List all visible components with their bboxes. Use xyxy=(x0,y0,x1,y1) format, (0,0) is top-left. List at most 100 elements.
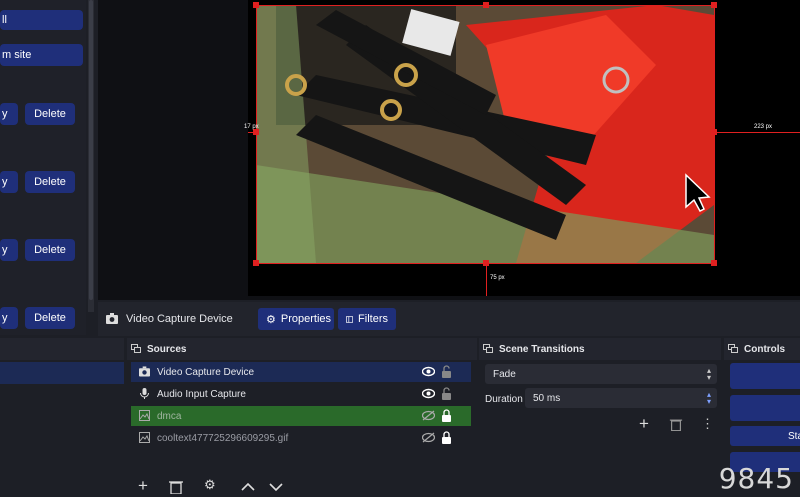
delete-button-label: Delete xyxy=(34,312,66,324)
trash-icon[interactable] xyxy=(669,418,683,431)
delete-button[interactable]: Delete xyxy=(25,171,75,193)
scene-transitions-dock: Scene Transitions Fade ▴ ▾ Duration 50 ms… xyxy=(479,338,721,497)
selected-source-name: Video Capture Device xyxy=(126,313,233,325)
scrollbar-thumb[interactable] xyxy=(89,0,93,300)
transitions-title: Scene Transitions xyxy=(499,343,585,355)
modify-button[interactable]: y xyxy=(0,171,18,193)
distance-label-left: 17 px xyxy=(244,124,259,130)
microphone-icon xyxy=(140,388,149,399)
eye-hidden-icon[interactable] xyxy=(422,432,435,443)
delete-button-label: Delete xyxy=(34,108,66,120)
add-transition-icon[interactable]: + xyxy=(639,414,649,434)
camera-icon xyxy=(106,313,118,324)
transition-select[interactable]: Fade ▴ ▾ xyxy=(485,364,717,384)
duration-value: 50 ms xyxy=(533,392,561,404)
modify-button-label: y xyxy=(2,312,8,324)
filters-button-label: Filters xyxy=(358,313,388,325)
eye-icon[interactable] xyxy=(422,388,435,399)
add-source-icon[interactable]: + xyxy=(138,476,154,495)
stepper-arrows-icon[interactable]: ▴ ▾ xyxy=(707,391,711,406)
scenes-dock-header xyxy=(0,338,124,360)
scrollbar[interactable] xyxy=(88,0,94,312)
source-name: dmca xyxy=(157,410,182,422)
dock-float-icon[interactable] xyxy=(131,344,141,353)
eye-icon[interactable] xyxy=(422,366,435,377)
control-button-label: Sta xyxy=(788,430,800,442)
sources-dock: Sources Video Capture Device Audio Input… xyxy=(127,338,477,497)
list-item[interactable]: ll xyxy=(0,10,83,30)
resize-handle[interactable] xyxy=(711,260,717,266)
move-down-icon[interactable] xyxy=(268,480,284,494)
delete-button[interactable]: Delete xyxy=(25,307,75,329)
distance-label-right: 223 px xyxy=(754,124,773,130)
modify-button[interactable]: y xyxy=(0,239,18,261)
image-icon xyxy=(139,432,150,443)
list-item-label: m site xyxy=(2,49,32,61)
trash-icon[interactable] xyxy=(168,480,184,494)
start-streaming-button[interactable] xyxy=(730,363,800,389)
source-name: Video Capture Device xyxy=(157,366,255,378)
start-virtual-camera-button[interactable]: Sta xyxy=(730,426,800,446)
left-panel: ll m site y Delete y Delete y Delete y D… xyxy=(0,0,86,335)
guide-bottom xyxy=(486,263,487,296)
unlock-icon[interactable] xyxy=(442,387,451,400)
list-item-label: ll xyxy=(2,14,7,26)
camera-icon xyxy=(139,366,150,377)
resize-handle[interactable] xyxy=(483,2,489,8)
source-name: cooltext477725296609295.gif xyxy=(157,432,289,444)
dock-float-icon[interactable] xyxy=(728,344,738,353)
transition-select-value: Fade xyxy=(493,368,516,380)
gear-icon: ⚙ xyxy=(266,313,276,326)
properties-button[interactable]: ⚙ Properties xyxy=(258,308,334,330)
scene-item-selected[interactable] xyxy=(0,362,124,384)
delete-button-label: Delete xyxy=(34,244,66,256)
unlock-icon[interactable] xyxy=(442,365,451,378)
modify-button-label: y xyxy=(2,108,8,120)
resize-handle[interactable] xyxy=(711,2,717,8)
filters-button[interactable]: Filters xyxy=(338,308,396,330)
modify-button-label: y xyxy=(2,244,8,256)
duration-stepper[interactable]: 50 ms ▴ ▾ xyxy=(525,388,717,408)
modify-button[interactable]: y xyxy=(0,103,18,125)
delete-button-label: Delete xyxy=(34,176,66,188)
resize-handle[interactable] xyxy=(483,260,489,266)
source-name: Audio Input Capture xyxy=(157,388,246,400)
distance-label-bottom: 75 px xyxy=(490,275,505,281)
source-row-dmca[interactable]: dmca xyxy=(131,406,471,426)
delete-button[interactable]: Delete xyxy=(25,103,75,125)
properties-button-label: Properties xyxy=(280,313,332,325)
list-item[interactable]: m site xyxy=(0,44,83,66)
dock-float-icon[interactable] xyxy=(483,344,493,353)
preview-area[interactable] xyxy=(98,0,800,300)
modify-button-label: y xyxy=(2,176,8,188)
lock-icon[interactable] xyxy=(442,409,451,422)
lock-icon[interactable] xyxy=(442,431,451,444)
eye-hidden-icon[interactable] xyxy=(422,410,435,421)
video-frame-image xyxy=(256,5,714,263)
gear-icon[interactable]: ⚙ xyxy=(204,477,220,492)
resize-handle[interactable] xyxy=(253,260,259,266)
source-row-video-capture[interactable]: Video Capture Device xyxy=(131,362,471,382)
start-recording-button[interactable] xyxy=(730,395,800,421)
filters-icon xyxy=(346,315,354,323)
chevron-updown-icon: ▴ ▾ xyxy=(706,366,711,382)
sources-dock-header: Sources xyxy=(127,338,477,360)
move-up-icon[interactable] xyxy=(240,480,256,494)
modify-button[interactable]: y xyxy=(0,307,18,329)
scenes-dock xyxy=(0,338,124,497)
more-options-icon[interactable]: ⋮ xyxy=(701,416,714,432)
controls-title: Controls xyxy=(744,343,786,355)
source-row-cooltext-gif[interactable]: cooltext477725296609295.gif xyxy=(131,428,471,448)
source-row-audio-input[interactable]: Audio Input Capture xyxy=(131,384,471,404)
resize-handle[interactable] xyxy=(711,129,717,135)
delete-button[interactable]: Delete xyxy=(25,239,75,261)
duration-label: Duration xyxy=(485,394,523,405)
guide-right xyxy=(714,132,800,133)
source-toolbar: Video Capture Device ⚙ Properties Filter… xyxy=(98,302,800,336)
resize-handle[interactable] xyxy=(253,2,259,8)
controls-dock-header: Controls xyxy=(724,338,800,360)
sources-title: Sources xyxy=(147,343,187,355)
transitions-dock-header: Scene Transitions xyxy=(479,338,721,360)
image-icon xyxy=(139,410,150,421)
video-capture-frame[interactable] xyxy=(256,5,714,263)
